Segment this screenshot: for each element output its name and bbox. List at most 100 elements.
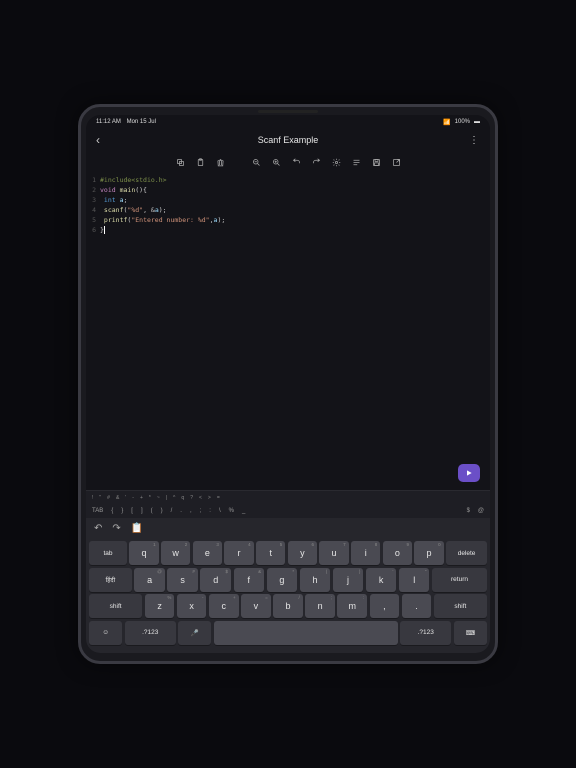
symbol-key[interactable]: .: [180, 508, 182, 514]
kb-clipboard-icon[interactable]: 📋: [131, 523, 143, 534]
key-i[interactable]: i8: [351, 541, 380, 565]
delete-icon[interactable]: [215, 157, 225, 167]
key-g[interactable]: g*: [267, 568, 298, 592]
symbol-key[interactable]: =: [215, 495, 222, 501]
numeric-key-2[interactable]: .?123: [400, 621, 451, 645]
format-icon[interactable]: [351, 157, 361, 167]
code-line[interactable]: #include<stdio.h>: [100, 175, 490, 185]
key-s[interactable]: s#: [167, 568, 198, 592]
emoji-key[interactable]: ☺: [89, 621, 122, 645]
symbol-key[interactable]: (: [151, 508, 153, 514]
code-line[interactable]: int a;: [100, 195, 490, 205]
undo-icon[interactable]: [291, 157, 301, 167]
code-line[interactable]: }: [100, 225, 490, 235]
dismiss-keyboard-key[interactable]: ⌨: [454, 621, 487, 645]
key-x[interactable]: x-: [177, 594, 207, 618]
more-button[interactable]: ⋮: [469, 135, 480, 146]
key-k[interactable]: k': [366, 568, 397, 592]
code-area[interactable]: #include<stdio.h>void main(){ int a; sca…: [100, 175, 490, 490]
shift-key-right[interactable]: shift: [434, 594, 487, 618]
tab-key[interactable]: tab: [89, 541, 127, 565]
symbol-key[interactable]: [: [131, 508, 133, 514]
redo-icon[interactable]: [311, 157, 321, 167]
code-line[interactable]: scanf("%d", &a);: [100, 205, 490, 215]
key-z[interactable]: z%: [145, 594, 175, 618]
symbol-key[interactable]: {: [111, 508, 113, 514]
symbol-key[interactable]: ,: [190, 508, 192, 514]
symbol-key[interactable]: \: [219, 508, 221, 514]
key-h[interactable]: h(: [300, 568, 331, 592]
key-v[interactable]: v=: [241, 594, 271, 618]
symbol-key[interactable]: ]: [141, 508, 143, 514]
return-key[interactable]: return: [432, 568, 487, 592]
symbol-key[interactable]: *: [147, 495, 153, 501]
symbol-key[interactable]: ): [161, 508, 163, 514]
symbol-key[interactable]: %: [229, 508, 234, 514]
symbol-bar-1[interactable]: !"#&'-+*~|^q?<>=: [86, 490, 490, 504]
zoom-in-icon[interactable]: [271, 157, 281, 167]
key-t[interactable]: t5: [256, 541, 285, 565]
symbol-key[interactable]: ^: [171, 495, 177, 501]
symbol-key[interactable]: ": [97, 495, 103, 501]
code-editor[interactable]: 123456 #include<stdio.h>void main(){ int…: [86, 173, 490, 490]
shift-key-left[interactable]: shift: [89, 594, 142, 618]
symbol-key[interactable]: ~: [155, 495, 162, 501]
key-l[interactable]: l": [399, 568, 430, 592]
space-key[interactable]: [214, 621, 398, 645]
code-line[interactable]: void main(){: [100, 185, 490, 195]
mic-key[interactable]: 🎤: [178, 621, 211, 645]
delete-key[interactable]: delete: [446, 541, 487, 565]
key-comma[interactable]: ,: [370, 594, 400, 618]
symbol-key[interactable]: -: [130, 495, 136, 501]
save-icon[interactable]: [371, 157, 381, 167]
code-line[interactable]: printf("Entered number: %d",a);: [100, 215, 490, 225]
key-w[interactable]: w2: [161, 541, 190, 565]
key-n[interactable]: n;: [305, 594, 335, 618]
key-q[interactable]: q1: [129, 541, 158, 565]
symbol-key[interactable]: ': [123, 495, 128, 501]
key-y[interactable]: y6: [288, 541, 317, 565]
symbol-key[interactable]: ?: [188, 495, 195, 501]
symbol-key[interactable]: /: [171, 508, 173, 514]
key-period[interactable]: .: [402, 594, 432, 618]
at-key[interactable]: @: [478, 508, 484, 514]
symbol-key[interactable]: &: [114, 495, 121, 501]
lang-key[interactable]: हिंदी: [89, 568, 132, 592]
symbol-key[interactable]: }: [121, 508, 123, 514]
symbol-key[interactable]: :: [209, 508, 211, 514]
symbol-key[interactable]: +: [138, 495, 145, 501]
symbol-key[interactable]: |: [164, 495, 169, 501]
key-r[interactable]: r4: [224, 541, 253, 565]
kb-redo-icon[interactable]: ↷: [112, 523, 120, 534]
symbol-key[interactable]: <: [197, 495, 204, 501]
zoom-out-icon[interactable]: [251, 157, 261, 167]
key-o[interactable]: o9: [383, 541, 412, 565]
key-e[interactable]: e3: [193, 541, 222, 565]
numeric-key[interactable]: .?123: [125, 621, 176, 645]
settings-icon[interactable]: [331, 157, 341, 167]
key-u[interactable]: u7: [319, 541, 348, 565]
kb-undo-icon[interactable]: ↶: [94, 523, 102, 534]
dollar-key[interactable]: $: [467, 508, 470, 514]
key-j[interactable]: j): [333, 568, 364, 592]
paste-icon[interactable]: [195, 157, 205, 167]
symbol-key[interactable]: q: [179, 495, 186, 501]
symbol-bar-2[interactable]: TAB {} [] () /.,;: \% _ $ @: [86, 504, 490, 518]
back-button[interactable]: ‹: [96, 133, 100, 147]
key-p[interactable]: p0: [414, 541, 443, 565]
symbol-key[interactable]: #: [105, 495, 112, 501]
open-icon[interactable]: [391, 157, 401, 167]
symbol-key[interactable]: !: [90, 495, 95, 501]
key-a[interactable]: a@: [134, 568, 165, 592]
key-b[interactable]: b/: [273, 594, 303, 618]
key-f[interactable]: f&: [234, 568, 265, 592]
run-button[interactable]: [458, 464, 480, 482]
tab-key-label[interactable]: TAB: [92, 508, 103, 514]
key-m[interactable]: m:: [337, 594, 367, 618]
symbol-key[interactable]: ;: [200, 508, 202, 514]
symbol-key[interactable]: >: [206, 495, 213, 501]
copy-icon[interactable]: [175, 157, 185, 167]
symbol-key[interactable]: _: [242, 508, 245, 514]
key-d[interactable]: d$: [200, 568, 231, 592]
key-c[interactable]: c+: [209, 594, 239, 618]
